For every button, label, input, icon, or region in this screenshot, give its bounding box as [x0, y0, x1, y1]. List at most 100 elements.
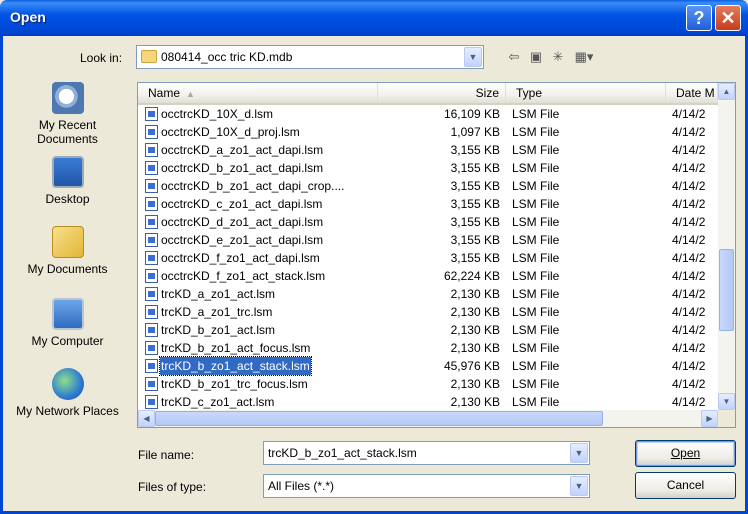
file-type-cell: LSM File	[512, 233, 560, 247]
table-row[interactable]: occtrcKD_10X_d.lsm 16,109 KB LSM File 4/14/…	[138, 105, 718, 123]
lsm-file-icon	[145, 359, 158, 373]
table-row[interactable]: occtrcKD_c_zo1_act_dapi.lsm 3,155 KB LSM F…	[138, 195, 718, 213]
horizontal-scroll-thumb[interactable]	[155, 411, 603, 426]
file-name-label: File name:	[138, 448, 195, 462]
file-date-cell: 4/14/2	[672, 269, 706, 283]
vertical-scroll-thumb[interactable]	[719, 249, 734, 331]
look-in-label: Look in:	[80, 51, 123, 65]
file-name-input[interactable]: trcKD_b_zo1_act_stack.lsm	[268, 446, 417, 460]
column-name[interactable]: Name ▲	[138, 83, 378, 103]
column-size-label: Size	[475, 86, 499, 100]
file-name-cell: occtrcKD_f_zo1_act_dapi.lsm	[161, 251, 320, 265]
file-type-select[interactable]: All Files (*.*) ▼	[263, 474, 590, 498]
table-row[interactable]: trcKD_b_zo1_trc_focus.lsm 2,130 KB LSM Fil…	[138, 375, 718, 393]
file-type-cell: LSM File	[512, 359, 560, 373]
file-name-cell: occtrcKD_d_zo1_act_dapi.lsm	[161, 215, 324, 229]
file-type-cell: LSM File	[512, 197, 560, 211]
lsm-file-icon	[145, 251, 158, 265]
back-icon[interactable]: ⇦	[505, 48, 523, 66]
table-row[interactable]: trcKD_a_zo1_trc.lsm 2,130 KB LSM File 4/14/…	[138, 303, 718, 321]
file-date-cell: 4/14/2	[672, 377, 706, 391]
file-size-cell: 3,155 KB	[450, 215, 500, 229]
cancel-button[interactable]: Cancel	[635, 472, 736, 499]
file-size-cell: 1,097 KB	[450, 125, 500, 139]
place-my-documents[interactable]: My Documents	[10, 226, 125, 276]
up-folder-icon[interactable]: ▣	[527, 48, 545, 66]
file-date-cell: 4/14/2	[672, 143, 706, 157]
horizontal-scrollbar[interactable]: ◀ ▶	[138, 410, 718, 427]
table-row[interactable]: occtrcKD_e_zo1_act_dapi.lsm 3,155 KB LSM F…	[138, 231, 718, 249]
file-size-cell: 2,130 KB	[450, 305, 500, 319]
file-name-combo[interactable]: trcKD_b_zo1_act_stack.lsm ▼	[263, 441, 590, 465]
chevron-down-icon[interactable]: ▼	[570, 476, 588, 496]
look-in-value: 080414_occ tric KD.mdb	[161, 50, 293, 64]
lsm-file-icon	[145, 107, 158, 121]
file-type-cell: LSM File	[512, 395, 560, 409]
my-computer-icon	[51, 298, 84, 330]
file-name-cell: occtrcKD_10X_d.lsm	[161, 107, 274, 121]
network-places-icon	[51, 368, 84, 400]
file-list[interactable]: Name ▲ Size Type Date M occtrcKD_10X_d.ls…	[137, 82, 736, 428]
scroll-up-icon[interactable]: ▲	[718, 83, 735, 100]
table-row[interactable]: occtrcKD_f_zo1_act_stack.lsm 62,224 KB LSM…	[138, 267, 718, 285]
open-button[interactable]: Open	[635, 440, 736, 467]
views-menu-icon[interactable]: ▦▾	[571, 48, 597, 66]
place-desktop[interactable]: Desktop	[10, 156, 125, 206]
table-row[interactable]: occtrcKD_d_zo1_act_dapi.lsm 3,155 KB LSM F…	[138, 213, 718, 231]
column-type[interactable]: Type	[506, 83, 666, 103]
help-button[interactable]: ?	[686, 5, 712, 31]
scroll-down-icon[interactable]: ▼	[718, 393, 735, 410]
chevron-down-icon[interactable]: ▼	[570, 443, 588, 463]
lsm-file-icon	[145, 179, 158, 193]
file-type-cell: LSM File	[512, 161, 560, 175]
my-documents-icon	[51, 226, 84, 258]
place-my-recent-documents[interactable]: My Recent Documents	[10, 82, 125, 146]
table-row[interactable]: trcKD_b_zo1_act_stack.lsm 45,976 KB LSM Fi…	[138, 356, 718, 376]
file-type-cell: LSM File	[512, 323, 560, 337]
title-bar[interactable]: Open ? ✕	[0, 0, 748, 36]
file-name-cell: trcKD_b_zo1_act_stack.lsm	[159, 356, 312, 376]
table-row[interactable]: trcKD_b_zo1_act.lsm 2,130 KB LSM File 4/14/…	[138, 321, 718, 339]
table-row[interactable]: occtrcKD_b_zo1_act_dapi_crop.... 3,155 KB…	[138, 177, 718, 195]
place-label: My Computer	[31, 334, 104, 348]
file-name-cell: occtrcKD_a_zo1_act_dapi.lsm	[161, 143, 324, 157]
place-label: My Network Places	[16, 404, 119, 418]
file-date-cell: 4/14/2	[672, 107, 706, 121]
file-name-cell: trcKD_b_zo1_act_focus.lsm	[161, 341, 311, 355]
table-row[interactable]: trcKD_b_zo1_act_focus.lsm 2,130 KB LSM Fil…	[138, 339, 718, 357]
table-row[interactable]: trcKD_a_zo1_act.lsm 2,130 KB LSM File 4/14/…	[138, 285, 718, 303]
column-size[interactable]: Size	[378, 83, 506, 103]
file-date-cell: 4/14/2	[672, 395, 706, 409]
place-my-network-places[interactable]: My Network Places	[10, 368, 125, 418]
file-name-cell: occtrcKD_10X_d_proj.lsm	[161, 125, 300, 139]
table-row[interactable]: occtrcKD_10X_d_proj.lsm 1,097 KB LSM File 4…	[138, 123, 718, 141]
scroll-left-icon[interactable]: ◀	[138, 410, 155, 427]
table-row[interactable]: occtrcKD_a_zo1_act_dapi.lsm 3,155 KB LSM F…	[138, 141, 718, 159]
file-size-cell: 3,155 KB	[450, 179, 500, 193]
look-in-combo[interactable]: 080414_occ tric KD.mdb ▼	[136, 45, 484, 69]
file-type-cell: LSM File	[512, 143, 560, 157]
new-folder-icon[interactable]: ✳	[549, 48, 567, 66]
file-date-cell: 4/14/2	[672, 305, 706, 319]
table-row[interactable]: trcKD_c_zo1_act.lsm 2,130 KB LSM File 4/14/…	[138, 393, 718, 411]
scroll-right-icon[interactable]: ▶	[701, 410, 718, 427]
file-type-cell: LSM File	[512, 341, 560, 355]
lsm-file-icon	[145, 161, 158, 175]
file-size-cell: 2,130 KB	[450, 323, 500, 337]
column-date-label: Date M	[676, 86, 715, 100]
file-date-cell: 4/14/2	[672, 197, 706, 211]
column-date[interactable]: Date M	[666, 83, 718, 103]
table-row[interactable]: occtrcKD_f_zo1_act_dapi.lsm 3,155 KB LSM F…	[138, 249, 718, 267]
file-date-cell: 4/14/2	[672, 287, 706, 301]
chevron-down-icon[interactable]: ▼	[464, 47, 482, 67]
file-name-cell: trcKD_b_zo1_act.lsm	[161, 323, 276, 337]
close-button[interactable]: ✕	[715, 5, 741, 31]
file-date-cell: 4/14/2	[672, 215, 706, 229]
places-bar: My Recent Documents Desktop My Documents…	[10, 76, 125, 476]
table-row[interactable]: occtrcKD_b_zo1_act_dapi.lsm 3,155 KB LSM F…	[138, 159, 718, 177]
file-name-cell: occtrcKD_c_zo1_act_dapi.lsm	[161, 197, 323, 211]
file-date-cell: 4/14/2	[672, 179, 706, 193]
lsm-file-icon	[145, 233, 158, 247]
vertical-scrollbar[interactable]: ▲ ▼	[718, 83, 735, 410]
place-my-computer[interactable]: My Computer	[10, 298, 125, 348]
